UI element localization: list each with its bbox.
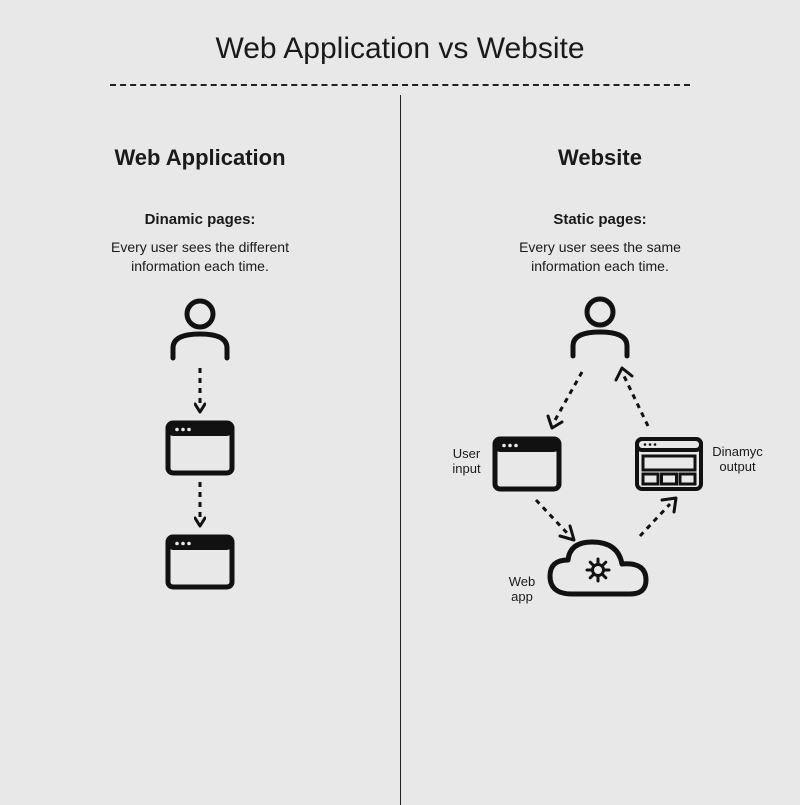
arrow-down-icon — [194, 366, 206, 416]
browser-window-icon — [165, 420, 235, 476]
label-user-input: User input — [444, 446, 489, 477]
arrow-diagonal-icon — [528, 494, 583, 549]
website-flow-diagram: User input Dinamyc output Web app — [450, 294, 750, 624]
browser-window-icon — [165, 534, 235, 590]
subheading-dynamic-pages: Dinamic pages: — [20, 211, 380, 228]
arrow-down-icon — [194, 480, 206, 530]
arrow-diagonal-icon — [542, 366, 592, 436]
arrow-diagonal-icon — [630, 494, 685, 549]
heading-web-application: Web Application — [20, 145, 380, 171]
heading-website: Website — [420, 145, 780, 171]
column-web-application: Web Application Dinamic pages: Every use… — [0, 115, 400, 624]
column-website: Website Static pages: Every user sees th… — [400, 115, 800, 624]
subheading-static-pages: Static pages: — [420, 211, 780, 228]
user-icon — [165, 296, 235, 362]
arrow-diagonal-icon — [612, 366, 662, 436]
page-title: Web Application vs Website — [0, 0, 800, 66]
description-web-application: Every user sees the different informatio… — [85, 238, 315, 276]
wireframe-window-icon — [634, 436, 704, 492]
label-web-app: Web app — [502, 574, 542, 605]
description-website: Every user sees the same information eac… — [485, 238, 715, 276]
browser-window-icon — [492, 436, 562, 492]
divider-horizontal — [110, 84, 690, 86]
label-dynamic-output: Dinamyc output — [710, 444, 765, 475]
user-icon — [565, 294, 635, 360]
